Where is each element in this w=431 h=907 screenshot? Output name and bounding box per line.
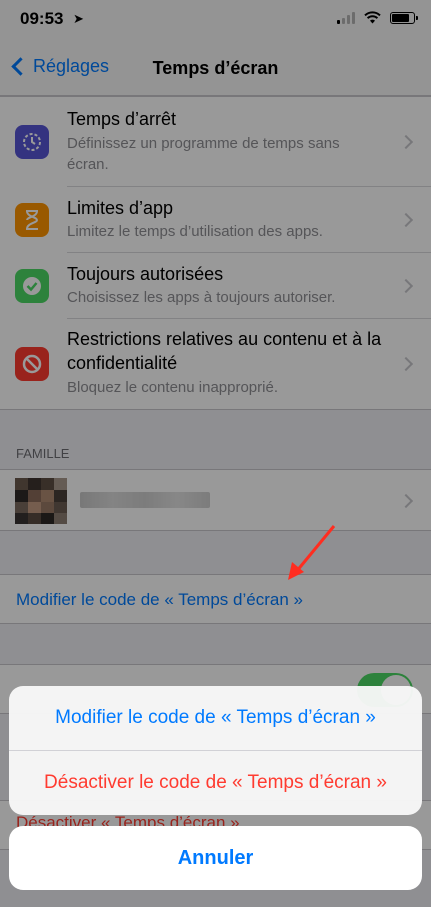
disable-code-button[interactable]: Désactiver le code de « Temps d’écran »	[9, 751, 422, 815]
change-code-button[interactable]: Modifier le code de « Temps d’écran »	[9, 686, 422, 750]
annotation-arrow-icon	[288, 525, 336, 580]
action-sheet: Modifier le code de « Temps d’écran » Dé…	[9, 686, 422, 815]
cancel-button[interactable]: Annuler	[9, 826, 422, 890]
